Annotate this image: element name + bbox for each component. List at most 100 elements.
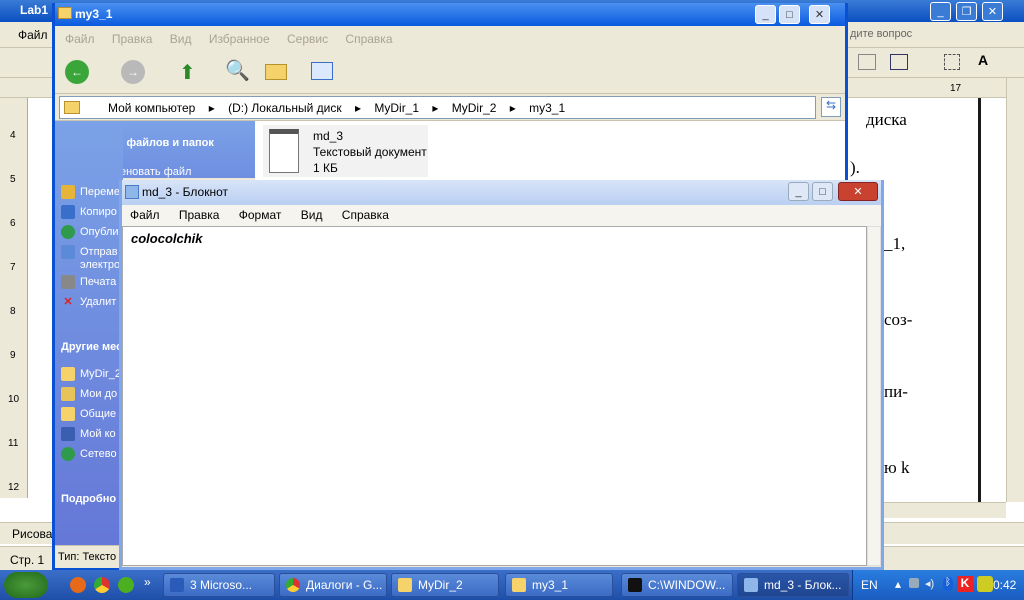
taskbar-item-chrome[interactable]: Диалоги - G... [279,573,387,597]
chevron-right-icon: ▸ [509,101,516,115]
taskbar-item-mydir2[interactable]: MyDir_2 [391,573,499,597]
views-icon[interactable] [311,62,333,80]
taskbar-item-notepad[interactable]: md_3 - Блок... [737,573,849,597]
np-menu-file[interactable]: Файл [130,208,160,222]
task-print[interactable]: Печата [61,275,116,289]
flower-icon[interactable] [118,577,134,593]
menu-file[interactable]: Файл [65,32,95,46]
folder-icon [58,7,72,19]
draw-menu[interactable]: Рисова [12,527,52,541]
minimize-icon[interactable]: _ [930,2,951,21]
explorer-window-controls: _ □ ✕ [755,3,845,26]
maximize-icon[interactable]: □ [779,5,800,24]
task-copy[interactable]: Копиро [61,205,117,219]
font-color-icon[interactable]: A [978,52,988,68]
word-menu-file[interactable]: Файл [18,28,48,42]
folders-icon[interactable] [265,64,287,80]
back-icon[interactable]: ← [65,60,89,84]
place-network[interactable]: Сетево [61,447,117,461]
menu-favorites[interactable]: Избранное [209,32,270,46]
np-menu-help[interactable]: Справка [342,208,389,222]
chevron-right-icon: ▸ [432,101,439,115]
notepad-menu-bar: Файл Правка Формат Вид Справка [122,205,881,226]
network-icon[interactable] [909,578,919,588]
menu-tools[interactable]: Сервис [287,32,328,46]
borders-icon[interactable] [944,54,960,70]
chevron-right-icon: ▸ [208,101,215,115]
language-indicator[interactable]: EN [861,578,878,592]
bluetooth-icon[interactable]: ᛒ [943,577,953,591]
taskbar-item-my3-1[interactable]: my3_1 [505,573,613,597]
forward-icon[interactable]: → [121,60,145,84]
network-icon [61,447,75,461]
printer-icon [61,275,75,289]
menu-edit[interactable]: Правка [112,32,153,46]
word-question-input[interactable]: дите вопрос [850,28,970,40]
close-icon[interactable]: ✕ [838,182,878,201]
taskbar-item-cmd[interactable]: C:\WINDOW... [621,573,733,597]
place-my-documents[interactable]: Мои до [61,387,117,401]
start-button[interactable] [4,572,48,598]
folder-icon [512,578,526,592]
word-window-controls[interactable]: _ ❐ ✕ [930,0,1024,22]
doc-line: _1, [884,234,906,253]
clock[interactable]: 0:42 [993,578,1016,592]
chevron-up-icon[interactable]: ▴ [895,577,901,591]
notepad-icon [744,578,758,592]
doc-line: ю k [884,458,910,477]
task-publish[interactable]: Опубли [61,225,119,239]
task-delete[interactable]: ✕ Удалит [61,295,116,309]
notepad-vertical-scrollbar[interactable] [867,226,881,566]
system-tray: EN ▴ ◂) ᛒ K 0:42 [852,570,1024,600]
maximize-icon[interactable]: □ [812,182,833,201]
menu-help[interactable]: Справка [345,32,392,46]
explorer-toolbar: ← → ⬆ 🔍 [55,50,845,94]
search-icon[interactable]: 🔍 [225,58,250,83]
computer-icon [61,427,75,441]
documents-icon [61,387,75,401]
delete-icon: ✕ [63,296,73,308]
align-justify-icon[interactable] [858,54,876,70]
explorer-status-bar: Тип: Тексто [55,545,123,568]
place-mydir2[interactable]: MyDir_2 [61,367,121,381]
antivirus-icon[interactable]: K [957,576,973,592]
publish-icon [61,225,75,239]
file-item-md3[interactable]: md_3 Текстовый документ 1 КБ [263,125,428,177]
restore-icon[interactable]: ❐ [956,2,977,21]
folder-icon [61,367,75,381]
notepad-window-controls: _ □ ✕ [788,180,881,205]
notepad-text-area[interactable]: colocolchik [122,226,867,566]
up-folder-icon[interactable]: ⬆ [179,60,196,85]
menu-view[interactable]: Вид [170,32,192,46]
close-icon[interactable]: ✕ [982,2,1003,21]
minimize-icon[interactable]: _ [755,5,776,24]
notepad-window: md_3 - Блокнот _ □ ✕ Файл Правка Формат … [119,180,884,570]
refresh-icon[interactable]: ⇆ [821,97,841,117]
taskbar-item-word[interactable]: 3 Microso... [163,573,275,597]
place-my-computer[interactable]: Мой ко [61,427,116,441]
chevron-right-icon[interactable]: » [144,575,151,589]
volume-icon[interactable]: ◂) [925,577,934,590]
address-bar: Мой компьютер ▸ (D:) Локальный диск ▸ My… [55,94,845,121]
doc-line: соз- [884,310,913,329]
word-vertical-scrollbar[interactable] [1006,78,1024,502]
numbered-list-icon[interactable] [890,54,908,70]
security-icon[interactable] [977,576,993,592]
task-send[interactable]: Отправ [61,245,118,259]
doc-line: ). [850,158,860,177]
address-field[interactable]: Мой компьютер ▸ (D:) Локальный диск ▸ My… [59,96,816,119]
np-menu-format[interactable]: Формат [239,208,282,222]
minimize-icon[interactable]: _ [788,182,809,201]
close-icon[interactable]: ✕ [809,5,830,24]
tasks-panel: Переме Копиро Опубли Отправ электро Печа… [55,121,123,568]
task-move[interactable]: Переме [61,185,120,199]
chrome-icon[interactable] [94,577,110,593]
place-shared[interactable]: Общие [61,407,116,421]
np-menu-view[interactable]: Вид [301,208,323,222]
notepad-title-bar: md_3 - Блокнот [122,180,881,205]
doc-line: диска [866,110,907,129]
notepad-icon [125,185,139,199]
firefox-icon[interactable] [70,577,86,593]
np-menu-edit[interactable]: Правка [179,208,220,222]
explorer-title-bar: my3_1 [55,3,845,26]
